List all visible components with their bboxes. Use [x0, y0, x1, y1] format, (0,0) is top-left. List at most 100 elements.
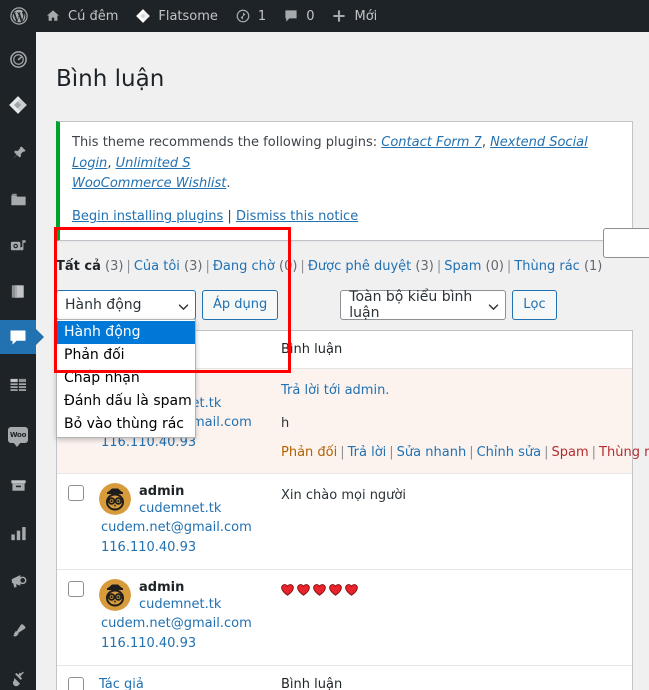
action-spam[interactable]: Spam: [552, 445, 589, 460]
heart-emoji-icon: [281, 582, 294, 597]
comment-type-select[interactable]: Toàn bộ kiểu bình luận: [340, 288, 507, 321]
action-reply[interactable]: Trả lời: [348, 445, 387, 460]
filter-pending[interactable]: Đang chờ: [213, 259, 275, 274]
filter-approved[interactable]: Được phê duyệt: [308, 259, 411, 274]
megaphone-icon: [9, 572, 28, 591]
action-edit[interactable]: Chỉnh sửa: [477, 445, 542, 460]
bulk-action-select-top[interactable]: Hành động: [56, 289, 196, 320]
bulk-option-chap-nhan[interactable]: Chấp nhận: [57, 367, 195, 390]
bulk-option-hanh-dong[interactable]: Hành động: [57, 320, 195, 344]
row-checkbox[interactable]: [68, 485, 84, 502]
sidebar-item-analytics[interactable]: [0, 516, 36, 550]
row-checkbox-cell: [57, 570, 99, 665]
comment-author-cell: admin cudemnet.tk cudem.net@gmail.com 11…: [99, 570, 281, 665]
woo-badge-icon: Woo: [8, 427, 28, 447]
plugin-link-woocommerce-wishlist[interactable]: WooCommerce Wishlist: [72, 176, 226, 191]
sidebar-item-appearance[interactable]: [0, 614, 36, 648]
column-header-comment: Bình luận: [281, 341, 343, 357]
plugin-recommendation-notice: This theme recommends the following plug…: [56, 120, 633, 241]
filter-all-count: (3): [105, 258, 124, 274]
comment-author-site[interactable]: cudemnet.tk: [139, 500, 221, 518]
comment-content-cell: Xin chào mọi người: [281, 474, 632, 569]
admin-content-area: Bình luận This theme recommends the foll…: [36, 32, 649, 690]
adminbar-comments[interactable]: 0: [274, 0, 322, 32]
adminbar-flatsome[interactable]: Flatsome: [126, 0, 226, 32]
comment-type-selected-label: Toàn bộ kiểu bình luận: [349, 288, 473, 321]
apply-button-top[interactable]: Áp dụng: [202, 289, 279, 320]
adminbar-flatsome-label: Flatsome: [158, 8, 218, 24]
filter-trash-count: (1): [583, 258, 603, 274]
sidebar-item-comments[interactable]: [0, 320, 36, 354]
sidebar-item-woocommerce[interactable]: Woo: [0, 418, 36, 452]
begin-installing-plugins-link[interactable]: Begin installing plugins: [72, 209, 223, 224]
bulk-actions-toolbar-top: Hành động Áp dụng Toàn bộ kiểu bình luận…: [36, 278, 649, 438]
pin-icon: [9, 144, 28, 163]
action-trash[interactable]: Thùng rác: [599, 445, 649, 460]
wordpress-admin-screen: Cú đêm Flatsome 1 0 Mới Woo Bình luận Th…: [0, 0, 649, 690]
filter-button[interactable]: Lọc: [512, 289, 557, 320]
adminbar-wordpress-logo[interactable]: [0, 0, 36, 32]
dismiss-notice-link[interactable]: Dismiss this notice: [236, 209, 358, 224]
comment-body: h: [281, 416, 290, 432]
comment-author-email[interactable]: cudem.net@gmail.com: [99, 518, 281, 538]
row-checkbox[interactable]: [68, 581, 84, 598]
sidebar-item-pages[interactable]: [0, 274, 36, 308]
bulk-option-bo-vao-thung-rac[interactable]: Bỏ vào thùng rác: [57, 413, 195, 436]
sidebar-item-dashboard[interactable]: [0, 42, 36, 76]
notice-intro: This theme recommends the following plug…: [72, 134, 382, 150]
sidebar-item-products[interactable]: [0, 468, 36, 502]
adminbar-site-name[interactable]: Cú đêm: [36, 0, 126, 32]
bulk-option-danh-dau-la-spam[interactable]: Đánh dấu là spam: [57, 390, 195, 413]
bulk-action-dropdown-list[interactable]: Hành động Phản đối Chấp nhận Đánh dấu là…: [56, 318, 196, 438]
page-title: Bình luận: [56, 66, 165, 93]
select-all-checkbox-bottom[interactable]: [68, 677, 84, 690]
plugin-link-unlimited-s[interactable]: Unlimited S: [116, 156, 191, 171]
notice-period: .: [226, 176, 231, 192]
avatar: [99, 579, 131, 612]
comment-author-ip[interactable]: 116.110.40.93: [99, 634, 281, 654]
column-footer-comment: Bình luận: [281, 677, 343, 690]
sidebar-item-tables[interactable]: [0, 368, 36, 402]
filter-all[interactable]: Tất cả: [56, 259, 101, 274]
adminbar-updates[interactable]: 1: [226, 0, 274, 32]
sidebar-item-marketing[interactable]: [0, 564, 36, 598]
sidebar-item-media-library[interactable]: [0, 228, 36, 262]
sidebar-item-plugins[interactable]: [0, 662, 36, 690]
dashboard-gauge-icon: [9, 50, 28, 69]
table-row: admin cudemnet.tk cudem.net@gmail.com 11…: [57, 474, 632, 571]
bulk-action-selected-label: Hành động: [65, 296, 142, 313]
chevron-down-icon: [488, 300, 499, 310]
sidebar-item-posts[interactable]: [0, 136, 36, 170]
bulk-option-phan-doi[interactable]: Phản đối: [57, 344, 195, 367]
comment-row-actions: Phản đối | Trả lời | Sửa nhanh | Chỉnh sửa | Spa…: [281, 443, 649, 464]
media-folder-icon: [9, 190, 28, 209]
filter-mine[interactable]: Của tôi: [134, 259, 180, 274]
admin-bar: Cú đêm Flatsome 1 0 Mới: [0, 0, 649, 32]
adminbar-site-label: Cú đêm: [68, 8, 119, 24]
plug-icon: [9, 670, 28, 689]
plugin-link-contact-form-7[interactable]: Contact Form 7: [381, 135, 482, 150]
comment-content-cell: Trả lời tới admin. h Phản đối | Trả lời | Sử…: [281, 369, 649, 474]
sidebar-item-media[interactable]: [0, 182, 36, 216]
comment-author-name: admin: [139, 484, 185, 500]
action-quick-edit[interactable]: Sửa nhanh: [397, 445, 467, 460]
comment-author-email[interactable]: cudem.net@gmail.com: [99, 614, 281, 634]
action-unapprove[interactable]: Phản đối: [281, 445, 337, 460]
heart-emoji-icon: [297, 582, 310, 597]
plus-icon: [330, 7, 348, 25]
column-footer-author[interactable]: Tác giả: [99, 666, 281, 690]
comment-body: Xin chào mọi người: [281, 488, 406, 504]
filter-trash[interactable]: Thùng rác: [514, 259, 580, 274]
adminbar-new[interactable]: Mới: [322, 0, 385, 32]
search-input[interactable]: [603, 228, 649, 258]
comment-author-ip[interactable]: 116.110.40.93: [99, 538, 281, 558]
flatsome-diamond-icon: [8, 95, 28, 115]
heart-emoji-icon: [329, 582, 342, 597]
comment-content-cell: [281, 570, 632, 665]
comment-author-site[interactable]: cudemnet.tk: [139, 596, 221, 614]
notice-actions: Begin installing plugins | Dismiss this …: [72, 207, 620, 228]
table-row: admin cudemnet.tk cudem.net@gmail.com 11…: [57, 570, 632, 667]
wordpress-logo-icon: [10, 7, 28, 25]
sidebar-item-flatsome[interactable]: [0, 88, 36, 122]
filter-spam[interactable]: Spam: [444, 259, 481, 274]
